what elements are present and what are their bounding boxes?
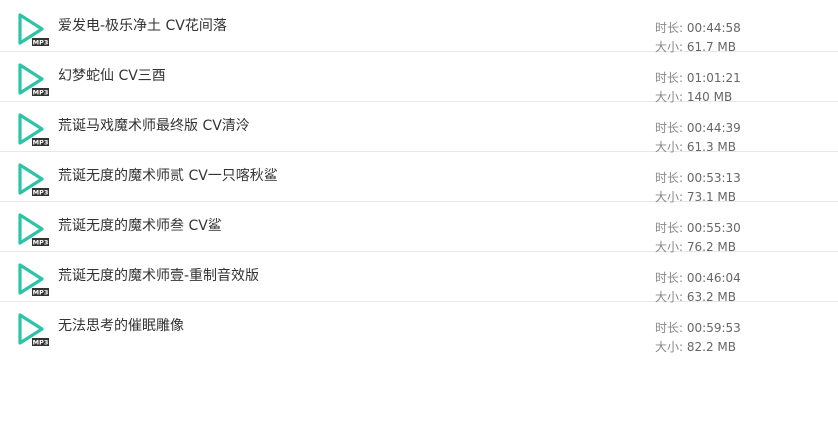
svg-text:MP3: MP3	[33, 289, 49, 297]
file-title[interactable]: 荒诞马戏魔术师最终版 CV清泠	[58, 117, 250, 135]
file-row[interactable]: MP3 爱发电-极乐净土 CV花间落 时长: 00:44:58 大小: 61.7…	[0, 2, 838, 54]
svg-text:MP3: MP3	[33, 239, 49, 247]
file-row[interactable]: MP3 荒诞无度的魔术师叁 CV鲨 时长: 00:55:30 大小: 76.2 …	[0, 202, 838, 254]
file-size: 大小: 82.2 MB	[655, 340, 736, 354]
file-title[interactable]: 无法思考的催眠雕像	[58, 317, 184, 335]
file-title[interactable]: 荒诞无度的魔术师壹-重制音效版	[58, 267, 259, 285]
mp3-file-icon: MP3	[16, 11, 50, 47]
file-row[interactable]: MP3 无法思考的催眠雕像 时长: 00:59:53 大小: 82.2 MB	[0, 302, 838, 354]
svg-text:MP3: MP3	[33, 139, 49, 147]
mp3-file-icon: MP3	[16, 111, 50, 147]
duration-value: 00:44:58	[686, 21, 741, 35]
file-duration: 时长: 00:46:04	[655, 271, 741, 285]
duration-value: 01:01:21	[686, 71, 741, 85]
mp3-file-icon: MP3	[16, 161, 50, 197]
svg-text:MP3: MP3	[33, 39, 49, 47]
mp3-file-icon: MP3	[16, 211, 50, 247]
file-title[interactable]: 荒诞无度的魔术师叁 CV鲨	[58, 217, 222, 235]
duration-label: 时长:	[655, 321, 684, 335]
svg-text:MP3: MP3	[33, 339, 49, 347]
file-row[interactable]: MP3 荒诞无度的魔术师壹-重制音效版 时长: 00:46:04 大小: 63.…	[0, 252, 838, 304]
mp3-file-icon: MP3	[16, 261, 50, 297]
duration-label: 时长:	[655, 171, 684, 185]
size-label: 大小:	[655, 340, 684, 354]
size-value: 82.2 MB	[686, 340, 736, 354]
mp3-file-icon: MP3	[16, 61, 50, 97]
file-duration: 时长: 01:01:21	[655, 71, 741, 85]
file-row[interactable]: MP3 荒诞无度的魔术师贰 CV一只喀秋鲨 时长: 00:53:13 大小: 7…	[0, 152, 838, 204]
duration-value: 00:53:13	[686, 171, 741, 185]
file-row[interactable]: MP3 荒诞马戏魔术师最终版 CV清泠 时长: 00:44:39 大小: 61.…	[0, 102, 838, 154]
file-duration: 时长: 00:44:58	[655, 21, 741, 35]
file-list: MP3 爱发电-极乐净土 CV花间落 时长: 00:44:58 大小: 61.7…	[0, 2, 838, 354]
duration-label: 时长:	[655, 121, 684, 135]
duration-value: 00:55:30	[686, 221, 741, 235]
file-title[interactable]: 荒诞无度的魔术师贰 CV一只喀秋鲨	[58, 167, 278, 185]
duration-label: 时长:	[655, 71, 684, 85]
duration-value: 00:46:04	[686, 271, 741, 285]
duration-value: 00:59:53	[686, 321, 741, 335]
file-duration: 时长: 00:55:30	[655, 221, 741, 235]
file-duration: 时长: 00:53:13	[655, 171, 741, 185]
duration-value: 00:44:39	[686, 121, 741, 135]
file-row[interactable]: MP3 幻梦蛇仙 CV三酉 时长: 01:01:21 大小: 140 MB	[0, 52, 838, 104]
mp3-file-icon: MP3	[16, 311, 50, 347]
duration-label: 时长:	[655, 271, 684, 285]
file-title[interactable]: 幻梦蛇仙 CV三酉	[58, 67, 166, 85]
duration-label: 时长:	[655, 221, 684, 235]
file-duration: 时长: 00:59:53	[655, 321, 741, 335]
svg-text:MP3: MP3	[33, 189, 49, 197]
duration-label: 时长:	[655, 21, 684, 35]
file-title[interactable]: 爱发电-极乐净土 CV花间落	[58, 17, 227, 35]
svg-text:MP3: MP3	[33, 89, 49, 97]
file-duration: 时长: 00:44:39	[655, 121, 741, 135]
